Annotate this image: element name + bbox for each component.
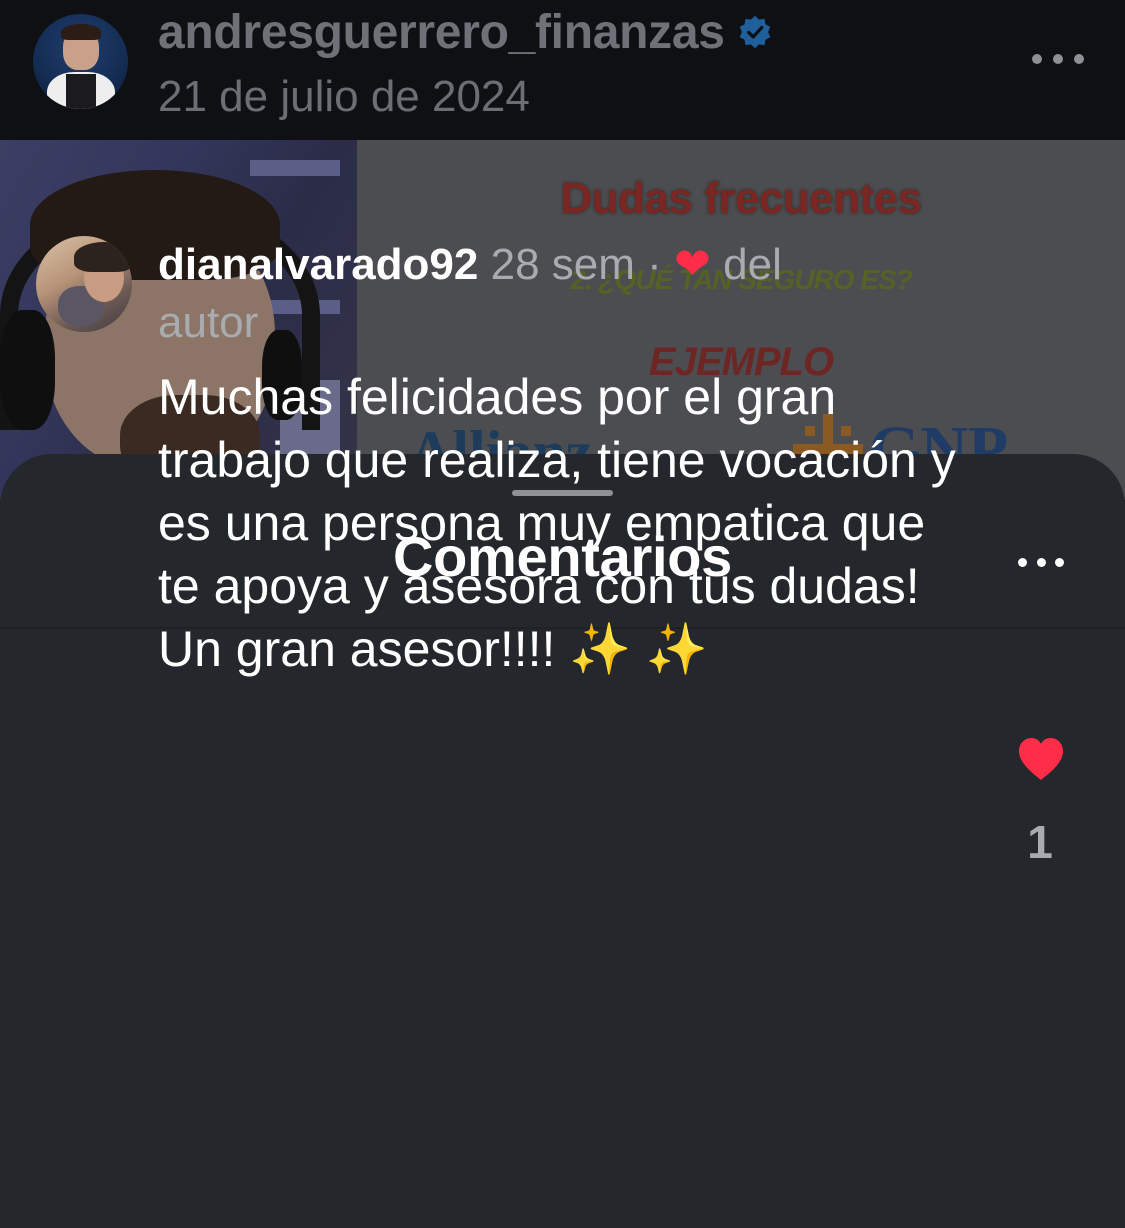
- post-header: andresguerrero_finanzas 21 de julio de 2…: [0, 0, 1125, 140]
- comment-text: Muchas felicidades por el gran trabajo q…: [158, 369, 956, 677]
- verified-badge-icon: [739, 15, 770, 49]
- headphone-ear-left: [0, 310, 55, 430]
- dot: [1032, 54, 1042, 64]
- separator: ·: [647, 240, 662, 289]
- slide-title: Dudas frecuentes: [560, 174, 922, 223]
- comment-time: 28 sem: [490, 240, 635, 289]
- background-shelf: [250, 160, 340, 176]
- avatar-hair: [61, 24, 101, 40]
- dot: [1055, 557, 1064, 567]
- avatar-hair: [74, 242, 132, 272]
- author-username[interactable]: andresguerrero_finanzas: [158, 5, 725, 60]
- dot: [1018, 557, 1027, 567]
- commenter-username[interactable]: dianalvarado92: [158, 240, 478, 289]
- dot: [1074, 54, 1084, 64]
- heart-filled-icon[interactable]: [1016, 736, 1066, 782]
- author-like-heart-icon: ❤: [674, 240, 711, 289]
- comment-header: dianalvarado92 28 sem · ❤ del autor: [158, 236, 888, 352]
- dot: [1036, 557, 1046, 567]
- like-count: 1: [1027, 816, 1053, 868]
- more-horizontal-icon[interactable]: [1032, 52, 1084, 66]
- more-horizontal-icon[interactable]: [1018, 556, 1064, 568]
- dot: [1053, 54, 1063, 64]
- author-avatar[interactable]: [33, 14, 128, 109]
- commenter-avatar[interactable]: [36, 236, 132, 332]
- post-date: 21 de julio de 2024: [158, 72, 530, 121]
- avatar-jacket: [66, 74, 96, 109]
- author-name-row: andresguerrero_finanzas: [158, 4, 773, 60]
